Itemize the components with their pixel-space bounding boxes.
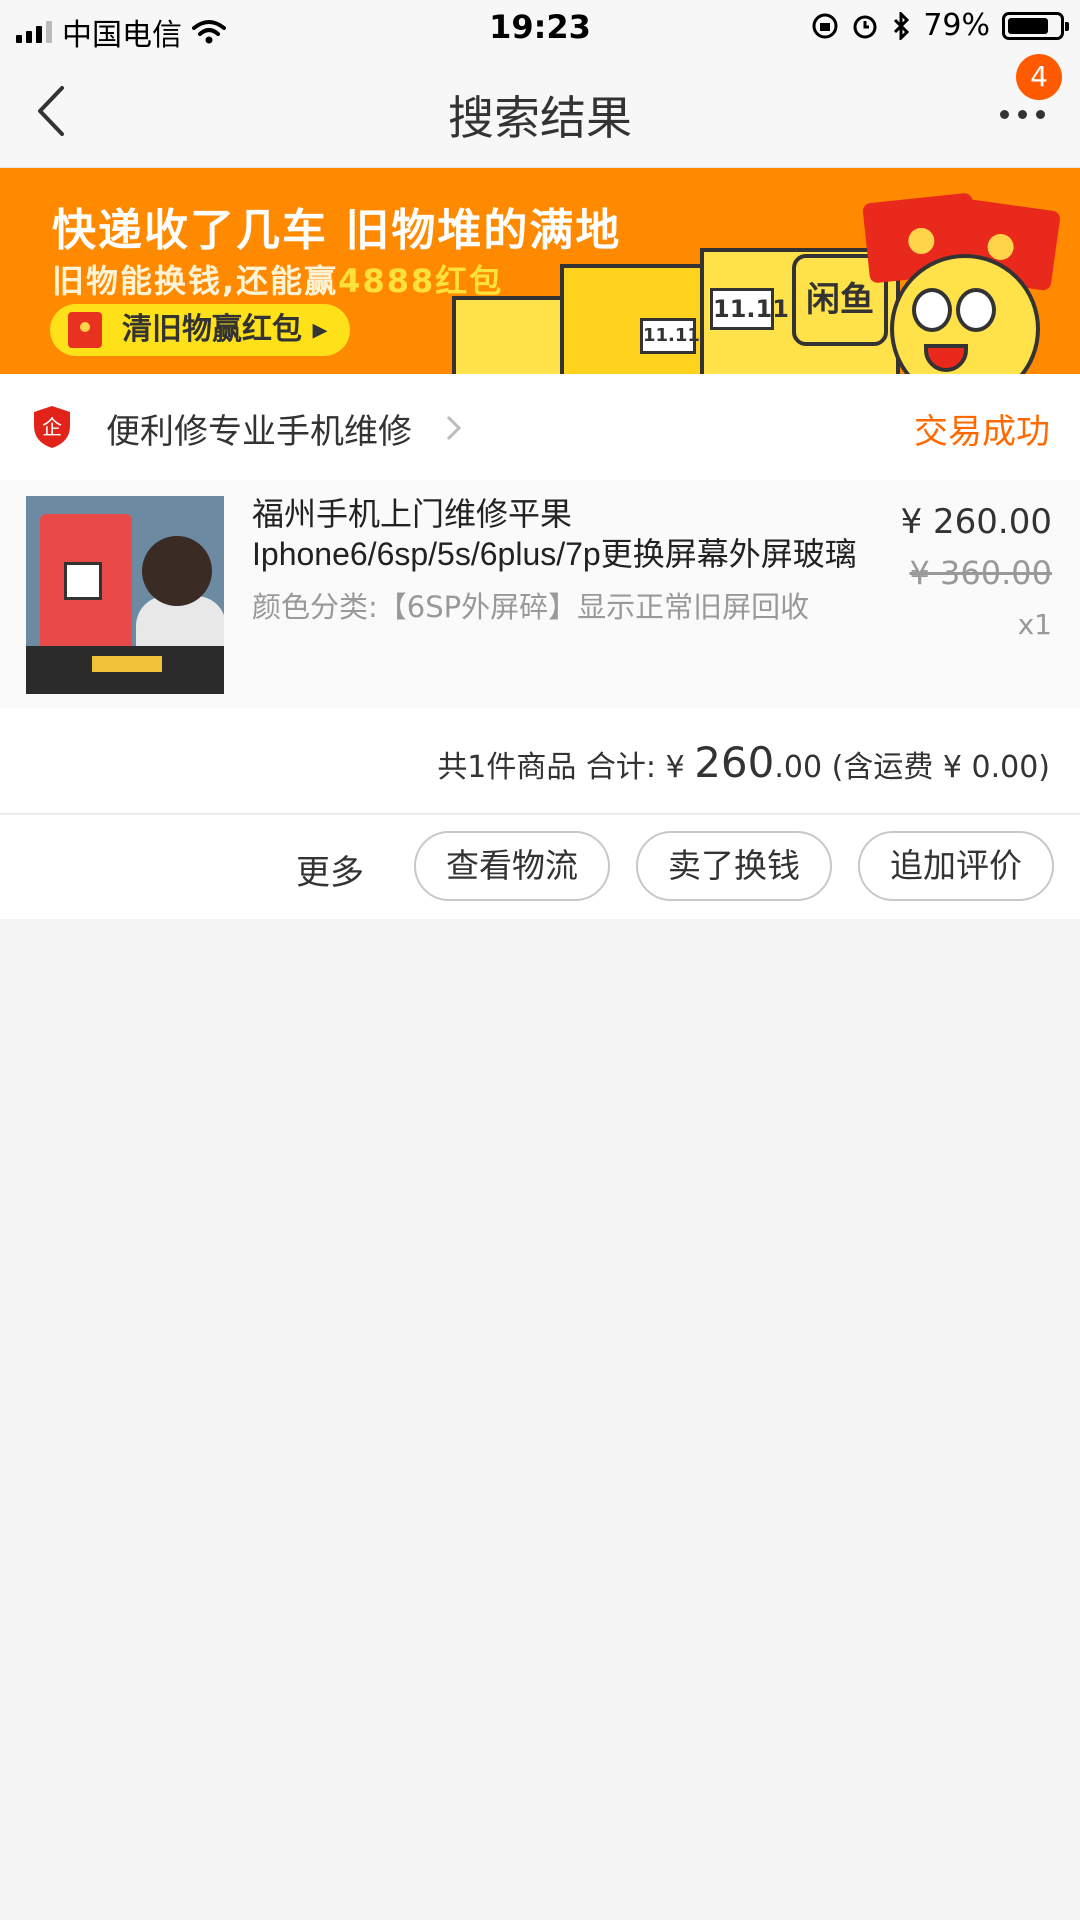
battery-icon <box>1002 11 1069 40</box>
orientation-lock-icon <box>812 13 838 38</box>
chevron-right-icon <box>446 415 462 441</box>
more-button[interactable]: 更多 <box>296 845 364 894</box>
nav-bar: 搜索结果 4 <box>0 54 1080 168</box>
product-quantity: x1 <box>1017 608 1052 641</box>
promo-banner[interactable]: 快递收了几车 旧物堆的满地 旧物能换钱,还能赢4888红包 清旧物赢红包 ▸ 1… <box>0 168 1080 374</box>
bluetooth-icon <box>894 11 910 40</box>
order-total: 共1件商品 合计: ¥ 260.00 (含运费 ¥ 0.00) <box>437 738 1050 787</box>
order-item[interactable]: 福州手机上门维修平果Iphone6/6sp/5s/6plus/7p更换屏幕外屏玻… <box>0 480 1080 708</box>
battery-percent: 79% <box>923 8 990 43</box>
banner-highlight: 4888红包 <box>338 262 504 300</box>
alarm-icon <box>853 15 877 38</box>
shop-name[interactable]: 便利修专业手机维修 <box>106 404 412 453</box>
total-amount: 260 <box>694 738 775 787</box>
banner-cta-button[interactable]: 清旧物赢红包 ▸ <box>50 304 350 356</box>
notification-badge: 4 <box>1016 54 1062 100</box>
product-thumbnail[interactable] <box>26 496 224 694</box>
sell-for-cash-button[interactable]: 卖了换钱 <box>636 831 832 901</box>
status-bar: 中国电信 19:23 79% <box>0 0 1080 54</box>
more-menu-icon[interactable] <box>1000 94 1050 134</box>
add-review-button[interactable]: 追加评价 <box>858 831 1054 901</box>
page-title: 搜索结果 <box>448 91 632 145</box>
product-price: ¥ 260.00 <box>900 502 1052 542</box>
order-status: 交易成功 <box>914 412 1050 452</box>
order-summary: 共1件商品 合计: ¥ 260.00 (含运费 ¥ 0.00) <box>0 708 1080 814</box>
view-logistics-button[interactable]: 查看物流 <box>414 831 610 901</box>
double-eleven-tag: 11.11 <box>710 288 789 330</box>
product-spec: 颜色分类:【6SP外屏碎】显示正常旧屏回收 <box>252 590 810 624</box>
red-envelope-icon <box>68 312 102 348</box>
double-eleven-tag: 11.11 <box>640 318 700 354</box>
banner-headline: 快递收了几车 旧物堆的满地 <box>52 205 622 256</box>
original-price: ¥ 360.00 <box>909 554 1053 592</box>
svg-text:企: 企 <box>42 415 62 439</box>
shop-header[interactable]: 企 便利修专业手机维修 交易成功 <box>0 374 1080 480</box>
order-actions: 更多 查看物流 卖了换钱 追加评价 <box>0 815 1080 919</box>
product-title[interactable]: 福州手机上门维修平果Iphone6/6sp/5s/6plus/7p更换屏幕外屏玻… <box>252 494 872 574</box>
enterprise-shield-icon: 企 <box>34 406 70 448</box>
shipping-fee: (含运费 ¥ 0.00) <box>822 750 1050 785</box>
banner-subline: 旧物能换钱,还能赢4888红包 <box>52 262 504 300</box>
